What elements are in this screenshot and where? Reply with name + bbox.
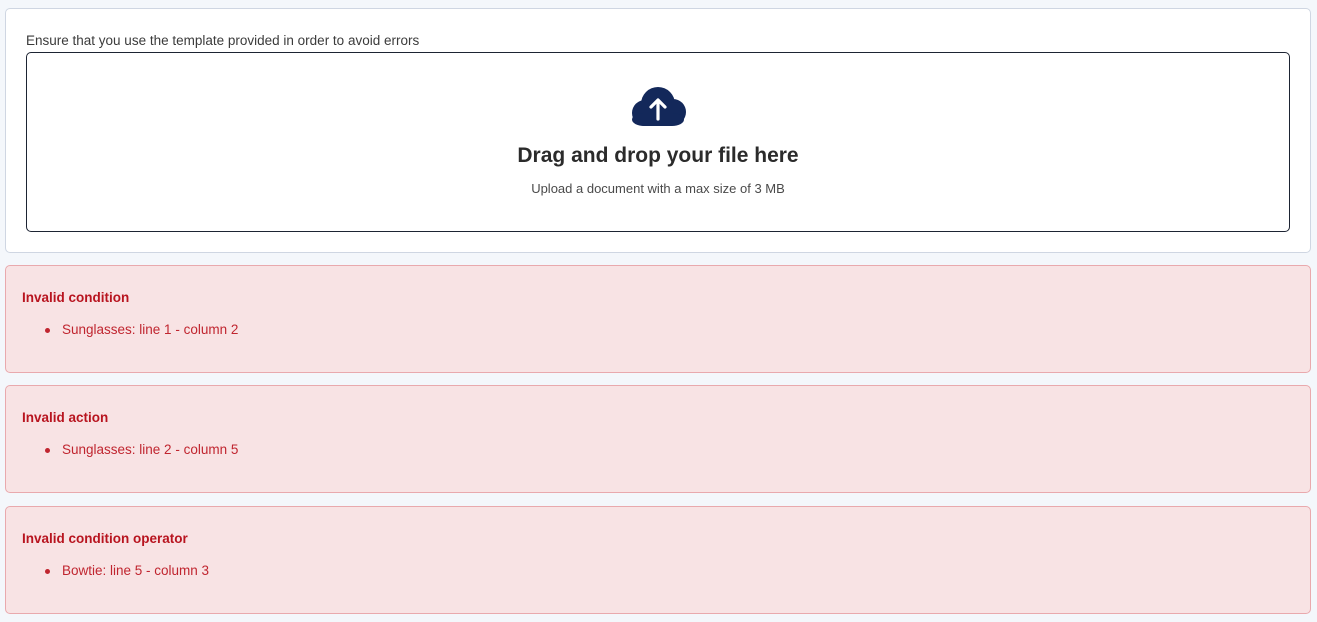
bullet-icon xyxy=(45,448,50,453)
error-item-text: Sunglasses: line 1 - column 2 xyxy=(62,322,239,337)
error-card-invalid-action: Invalid action Sunglasses: line 2 - colu… xyxy=(5,385,1311,493)
template-hint: Ensure that you use the template provide… xyxy=(26,33,420,48)
error-card-invalid-condition-operator: Invalid condition operator Bowtie: line … xyxy=(5,506,1311,614)
error-list: Sunglasses: line 2 - column 5 xyxy=(44,442,238,457)
bullet-icon xyxy=(45,328,50,333)
bullet-icon xyxy=(45,569,50,574)
error-item: Sunglasses: line 2 - column 5 xyxy=(44,442,238,457)
error-list: Sunglasses: line 1 - column 2 xyxy=(44,322,238,337)
upload-card: Ensure that you use the template provide… xyxy=(5,8,1311,253)
error-title: Invalid action xyxy=(22,410,109,425)
error-card-invalid-condition: Invalid condition Sunglasses: line 1 - c… xyxy=(5,265,1311,373)
error-item: Sunglasses: line 1 - column 2 xyxy=(44,322,238,337)
file-dropzone[interactable]: Drag and drop your file here Upload a do… xyxy=(26,52,1290,232)
error-title: Invalid condition operator xyxy=(22,531,188,546)
error-title: Invalid condition xyxy=(22,290,130,305)
dropzone-title: Drag and drop your file here xyxy=(517,144,799,167)
error-item-text: Sunglasses: line 2 - column 5 xyxy=(62,442,239,457)
error-list: Bowtie: line 5 - column 3 xyxy=(44,563,209,578)
error-item-text: Bowtie: line 5 - column 3 xyxy=(62,563,210,578)
error-item: Bowtie: line 5 - column 3 xyxy=(44,563,209,578)
cloud-upload-icon xyxy=(632,87,686,126)
dropzone-subtitle: Upload a document with a max size of 3 M… xyxy=(531,181,785,196)
